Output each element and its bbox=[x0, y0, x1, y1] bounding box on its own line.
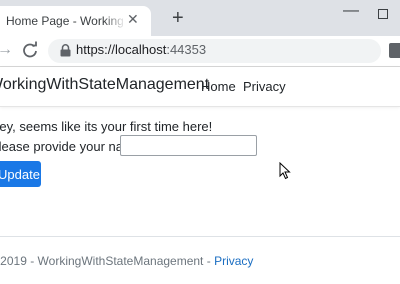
mouse-cursor-icon bbox=[279, 162, 291, 180]
new-tab-button[interactable]: + bbox=[172, 8, 184, 28]
forward-icon[interactable]: → bbox=[0, 41, 13, 59]
url-port: :44353 bbox=[166, 42, 207, 57]
url-host: https://localhost bbox=[76, 42, 167, 57]
greeting-text: Hey, seems like its your first time here… bbox=[0, 119, 213, 134]
footer-divider bbox=[0, 236, 400, 237]
close-tab-icon[interactable]: ✕ bbox=[127, 12, 139, 26]
address-url[interactable]: https://localhost:44353 bbox=[76, 42, 206, 57]
browser-tab[interactable]: Home Page - WorkingWithStateManagement ✕ bbox=[0, 6, 151, 36]
minimize-icon[interactable]: — bbox=[343, 2, 359, 20]
site-brand-link[interactable]: WorkingWithStateManagement bbox=[0, 76, 209, 94]
name-input[interactable] bbox=[120, 135, 257, 156]
update-button[interactable]: Update bbox=[0, 161, 41, 187]
reload-icon[interactable] bbox=[19, 39, 41, 61]
nav-link-home[interactable]: Home bbox=[201, 79, 236, 94]
site-footer: © 2019 - WorkingWithStateManagement - Pr… bbox=[0, 254, 253, 268]
lock-icon[interactable] bbox=[60, 44, 71, 57]
nav-link-privacy[interactable]: Privacy bbox=[243, 79, 286, 94]
footer-text: © 2019 - WorkingWithStateManagement - bbox=[0, 254, 215, 268]
footer-privacy-link[interactable]: Privacy bbox=[214, 254, 253, 268]
extension-icon[interactable] bbox=[389, 43, 400, 58]
maximize-icon[interactable] bbox=[378, 9, 388, 19]
tab-title-fade bbox=[104, 10, 126, 32]
